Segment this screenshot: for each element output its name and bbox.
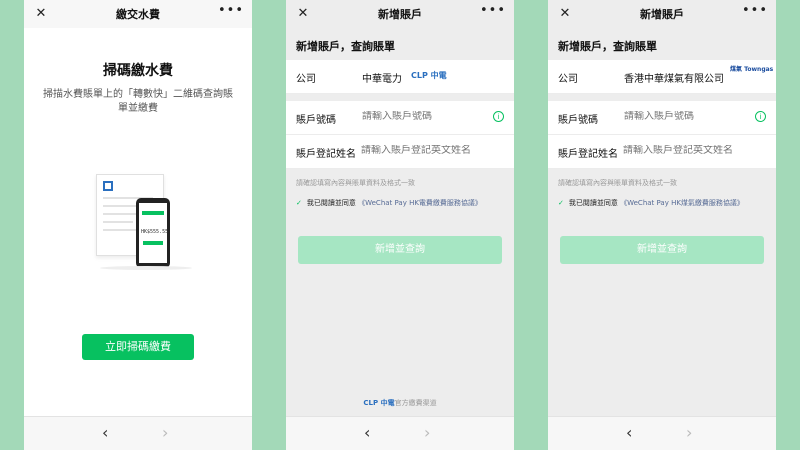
check-icon[interactable]: ✓ [558,199,564,207]
bottom-nav: ‹ › [286,416,514,450]
check-icon[interactable]: ✓ [296,199,302,207]
scan-illustration: HK$555.55 [96,166,196,276]
bottom-nav: ‹ › [548,416,776,450]
illustration-amount: HK$555.55 [141,229,169,235]
agreement-link[interactable]: 《WeChat Pay HK煤氣繳費服務協議》 [620,199,744,207]
screen-add-account-towngas: ✕ 新增賬戶 ••• 新增賬戶，查詢賬單 公司 香港中華煤氣有限公司 煤氣 To… [548,0,776,450]
towngas-logo: 煤氣 Towngas [730,66,774,73]
more-icon[interactable]: ••• [480,3,506,18]
screen-water-bill: ✕ 繳交水費 ••• 掃碼繳水費 掃描水費賬單上的「轉數快」二維碼查詢賬單並繳費… [24,0,252,450]
account-row: 賬戶號碼 i [286,101,514,135]
top-bar: ✕ 繳交水費 ••• [24,0,252,28]
add-and-query-button[interactable]: 新增並查詢 [560,236,764,264]
qr-code-icon [103,181,113,191]
name-label: 賬戶登記姓名 [558,149,618,160]
account-input[interactable] [362,111,482,122]
account-label: 賬戶號碼 [296,115,336,126]
agreement-text: 我已閱讀並同意 [568,199,618,207]
company-label: 公司 [296,74,316,85]
name-label: 賬戶登記姓名 [296,149,356,160]
form-note: 請確認填寫內容與賬單資料及格式一致 [558,179,677,187]
name-row: 賬戶登記姓名 [286,135,514,169]
add-and-query-button[interactable]: 新增並查詢 [298,236,502,264]
agreement-text: 我已閱讀並同意 [306,199,356,207]
top-bar: ✕ 新增賬戶 ••• [548,0,776,28]
forward-icon[interactable]: › [424,423,430,442]
name-row: 賬戶登記姓名 [548,135,776,169]
footer: CLP 中電官方繳費渠道 [286,398,514,408]
account-row: 賬戶號碼 i [548,101,776,135]
page-heading: 新增賬戶，查詢賬單 [296,40,395,53]
company-label: 公司 [558,74,578,85]
screen-add-account-clp: ✕ 新增賬戶 ••• 新增賬戶，查詢賬單 公司 中華電力 CLP 中電 賬戶號碼… [286,0,514,450]
scan-pay-button[interactable]: 立即掃碼繳費 [82,334,194,360]
name-input[interactable] [361,145,481,156]
description: 掃描水費賬單上的「轉數快」二維碼查詢賬單並繳費 [43,89,233,114]
bottom-nav: ‹ › [24,416,252,450]
agreement-link[interactable]: 《WeChat Pay HK電費繳費服務協議》 [358,199,482,207]
agreement: ✓ 我已閱讀並同意 《WeChat Pay HK煤氣繳費服務協議》 [558,198,766,209]
top-bar: ✕ 新增賬戶 ••• [286,0,514,28]
info-icon[interactable]: i [755,111,766,122]
back-icon[interactable]: ‹ [102,423,108,442]
account-label: 賬戶號碼 [558,115,598,126]
name-input[interactable] [623,145,743,156]
phone-illustration: HK$555.55 [136,198,170,268]
clp-footer-logo: CLP 中電 [363,399,395,407]
company-row: 公司 香港中華煤氣有限公司 煤氣 Towngas [548,60,776,94]
back-icon[interactable]: ‹ [364,423,370,442]
more-icon[interactable]: ••• [218,3,244,18]
page-heading: 新增賬戶，查詢賬單 [558,40,657,53]
company-value: 中華電力 [362,74,402,85]
forward-icon[interactable]: › [162,423,168,442]
footer-text: 官方繳費渠道 [394,399,437,407]
form-note: 請確認填寫內容與賬單資料及格式一致 [296,179,415,187]
agreement: ✓ 我已閱讀並同意 《WeChat Pay HK電費繳費服務協議》 [296,198,504,209]
company-value: 香港中華煤氣有限公司 [624,74,724,85]
page-heading: 掃碼繳水費 [103,63,173,79]
back-icon[interactable]: ‹ [626,423,632,442]
clp-logo: CLP 中電 [411,71,447,80]
more-icon[interactable]: ••• [742,3,768,18]
info-icon[interactable]: i [493,111,504,122]
company-row: 公司 中華電力 CLP 中電 [286,60,514,94]
forward-icon[interactable]: › [686,423,692,442]
account-input[interactable] [624,111,744,122]
